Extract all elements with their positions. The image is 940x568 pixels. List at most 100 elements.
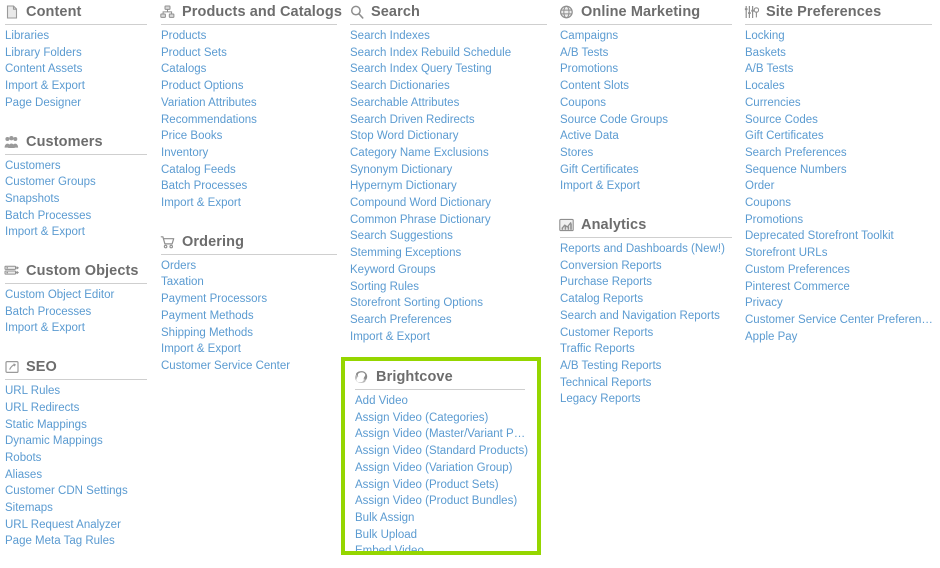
menu-link[interactable]: Content Assets xyxy=(4,61,155,78)
menu-link[interactable]: Search Indexes xyxy=(349,28,555,45)
menu-link[interactable]: Dynamic Mappings xyxy=(4,433,155,450)
menu-link[interactable]: Assign Video (Categories) xyxy=(354,410,531,427)
menu-link[interactable]: Import & Export xyxy=(4,224,155,241)
menu-link[interactable]: Customer Service Center Preferences xyxy=(744,312,940,329)
menu-link[interactable]: Search and Navigation Reports xyxy=(559,308,740,325)
menu-link[interactable]: Category Name Exclusions xyxy=(349,145,555,162)
menu-link[interactable]: Deprecated Storefront Toolkit xyxy=(744,228,940,245)
menu-link[interactable]: Import & Export xyxy=(559,178,740,195)
menu-link[interactable]: Coupons xyxy=(559,95,740,112)
menu-link[interactable]: Sorting Rules xyxy=(349,279,555,296)
menu-link[interactable]: Page Meta Tag Rules xyxy=(4,533,155,550)
menu-link[interactable]: Stemming Exceptions xyxy=(349,245,555,262)
menu-link[interactable]: Locking xyxy=(744,28,940,45)
menu-link[interactable]: Gift Certificates xyxy=(744,128,940,145)
menu-link[interactable]: Sitemaps xyxy=(4,500,155,517)
menu-link[interactable]: Product Sets xyxy=(160,45,345,62)
menu-link[interactable]: Batch Processes xyxy=(4,208,155,225)
menu-link[interactable]: Import & Export xyxy=(160,195,345,212)
menu-link[interactable]: Customer Service Center xyxy=(160,358,345,375)
menu-link[interactable]: Order xyxy=(744,178,940,195)
menu-link[interactable]: Price Books xyxy=(160,128,345,145)
menu-link[interactable]: A/B Tests xyxy=(559,45,740,62)
menu-link[interactable]: Custom Object Editor xyxy=(4,287,155,304)
menu-link[interactable]: Search Index Rebuild Schedule xyxy=(349,45,555,62)
menu-link[interactable]: Catalog Feeds xyxy=(160,162,345,179)
menu-link[interactable]: Embed Video xyxy=(354,543,531,555)
menu-link[interactable]: Technical Reports xyxy=(559,375,740,392)
menu-link[interactable]: Source Code Groups xyxy=(559,112,740,129)
menu-link[interactable]: Compound Word Dictionary xyxy=(349,195,555,212)
menu-link[interactable]: Robots xyxy=(4,450,155,467)
menu-link[interactable]: Reports and Dashboards (New!) xyxy=(559,241,740,258)
menu-link[interactable]: Traffic Reports xyxy=(559,341,740,358)
menu-link[interactable]: Searchable Attributes xyxy=(349,95,555,112)
menu-link[interactable]: Orders xyxy=(160,258,345,275)
menu-link[interactable]: Add Video xyxy=(354,393,531,410)
menu-link[interactable]: Batch Processes xyxy=(4,304,155,321)
menu-link[interactable]: Search Preferences xyxy=(349,312,555,329)
menu-link[interactable]: Search Dictionaries xyxy=(349,78,555,95)
menu-link[interactable]: Hypernym Dictionary xyxy=(349,178,555,195)
menu-link[interactable]: Pinterest Commerce xyxy=(744,279,940,296)
menu-link[interactable]: Page Designer xyxy=(4,95,155,112)
menu-link[interactable]: Campaigns xyxy=(559,28,740,45)
menu-link[interactable]: Search Suggestions xyxy=(349,228,555,245)
menu-link[interactable]: Import & Export xyxy=(349,329,555,346)
menu-link[interactable]: Bulk Assign xyxy=(354,510,531,527)
menu-link[interactable]: Import & Export xyxy=(4,78,155,95)
menu-link[interactable]: Shipping Methods xyxy=(160,325,345,342)
menu-link[interactable]: Source Codes xyxy=(744,112,940,129)
menu-link[interactable]: Keyword Groups xyxy=(349,262,555,279)
menu-link[interactable]: Libraries xyxy=(4,28,155,45)
menu-link[interactable]: Purchase Reports xyxy=(559,274,740,291)
menu-link[interactable]: Privacy xyxy=(744,295,940,312)
menu-link[interactable]: Currencies xyxy=(744,95,940,112)
menu-link[interactable]: URL Redirects xyxy=(4,400,155,417)
menu-link[interactable]: Import & Export xyxy=(4,320,155,337)
menu-link[interactable]: Customer Reports xyxy=(559,325,740,342)
menu-link[interactable]: Locales xyxy=(744,78,940,95)
menu-link[interactable]: Payment Processors xyxy=(160,291,345,308)
menu-link[interactable]: A/B Testing Reports xyxy=(559,358,740,375)
menu-link[interactable]: Assign Video (Product Sets) xyxy=(354,477,531,494)
menu-link[interactable]: Assign Video (Variation Group) xyxy=(354,460,531,477)
menu-link[interactable]: Stop Word Dictionary xyxy=(349,128,555,145)
menu-link[interactable]: Variation Attributes xyxy=(160,95,345,112)
menu-link[interactable]: Taxation xyxy=(160,274,345,291)
menu-link[interactable]: Catalogs xyxy=(160,61,345,78)
menu-link[interactable]: Recommendations xyxy=(160,112,345,129)
menu-link[interactable]: Assign Video (Master/Variant Produ... xyxy=(354,426,531,443)
menu-link[interactable]: Sequence Numbers xyxy=(744,162,940,179)
menu-link[interactable]: Common Phrase Dictionary xyxy=(349,212,555,229)
menu-link[interactable]: Aliases xyxy=(4,467,155,484)
menu-link[interactable]: Coupons xyxy=(744,195,940,212)
menu-link[interactable]: Legacy Reports xyxy=(559,391,740,408)
menu-link[interactable]: Payment Methods xyxy=(160,308,345,325)
menu-link[interactable]: Promotions xyxy=(744,212,940,229)
menu-link[interactable]: Apple Pay xyxy=(744,329,940,346)
menu-link[interactable]: A/B Tests xyxy=(744,61,940,78)
menu-link[interactable]: Active Data xyxy=(559,128,740,145)
menu-link[interactable]: Products xyxy=(160,28,345,45)
menu-link[interactable]: URL Rules xyxy=(4,383,155,400)
menu-link[interactable]: Gift Certificates xyxy=(559,162,740,179)
menu-link[interactable]: Product Options xyxy=(160,78,345,95)
menu-link[interactable]: Assign Video (Product Bundles) xyxy=(354,493,531,510)
menu-link[interactable]: Snapshots xyxy=(4,191,155,208)
menu-link[interactable]: Storefront URLs xyxy=(744,245,940,262)
menu-link[interactable]: Content Slots xyxy=(559,78,740,95)
menu-link[interactable]: Stores xyxy=(559,145,740,162)
menu-link[interactable]: Search Index Query Testing xyxy=(349,61,555,78)
menu-link[interactable]: Search Preferences xyxy=(744,145,940,162)
menu-link[interactable]: Import & Export xyxy=(160,341,345,358)
menu-link[interactable]: Baskets xyxy=(744,45,940,62)
menu-link[interactable]: Promotions xyxy=(559,61,740,78)
menu-link[interactable]: Bulk Upload xyxy=(354,527,531,544)
menu-link[interactable]: Custom Preferences xyxy=(744,262,940,279)
menu-link[interactable]: Customers xyxy=(4,158,155,175)
menu-link[interactable]: Inventory xyxy=(160,145,345,162)
menu-link[interactable]: Search Driven Redirects xyxy=(349,112,555,129)
menu-link[interactable]: Library Folders xyxy=(4,45,155,62)
menu-link[interactable]: Catalog Reports xyxy=(559,291,740,308)
